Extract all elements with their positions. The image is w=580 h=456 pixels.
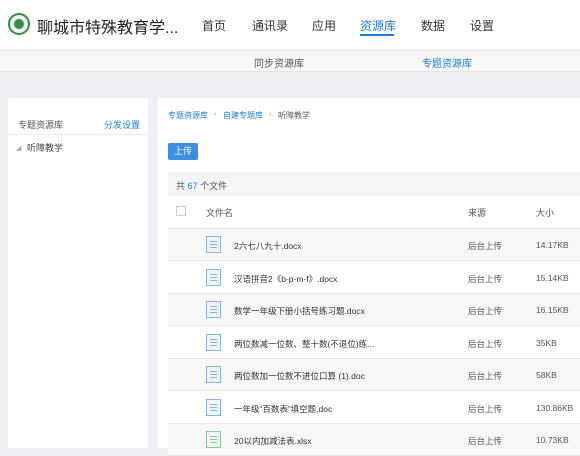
file-size: 58KB (536, 370, 557, 380)
column-filename[interactable]: 文件名 (206, 206, 233, 219)
nav-contacts[interactable]: 通讯录 (252, 17, 288, 34)
divider (8, 134, 148, 135)
tab-topic-library[interactable]: 专题资源库 (422, 55, 472, 70)
top-header: 聊城市特殊教育学... 首页 通讯录 应用 资源库 数据 设置 (0, 0, 580, 50)
spreadsheet-file-icon (206, 431, 221, 448)
document-file-icon (206, 398, 221, 416)
sub-navigation: 同步资源库 专题资源库 (0, 50, 580, 72)
file-name[interactable]: 两位数加一位数不进位口算 (1).doc (234, 370, 454, 382)
table-row[interactable]: 汉语拼音2《b-p-m-f》.docx 后台上传 15.14KB (168, 262, 580, 294)
sidebar-heading: 专题资源库 (18, 120, 64, 130)
file-source: 后台上传 (468, 338, 503, 349)
select-all-checkbox[interactable] (176, 206, 186, 216)
nav-settings[interactable]: 设置 (470, 17, 494, 34)
nav-active-indicator (360, 34, 394, 36)
document-file-icon (206, 301, 221, 318)
file-source: 后台上传 (468, 371, 503, 381)
file-source: 后台上传 (468, 403, 503, 414)
table-row[interactable]: 两位数减一位数、整十数(不退位)练... 后台上传 35KB (168, 327, 580, 359)
document-file-icon (206, 366, 221, 383)
table-row[interactable]: 两位数加一位数不进位口算 (1).doc 后台上传 58KB (168, 359, 580, 391)
column-source[interactable]: 来源 (468, 206, 486, 219)
table-header: 文件名 来源 大小 (168, 196, 580, 229)
file-count: 共 67 个文件 (176, 181, 228, 191)
nav-resources[interactable]: 资源库 (360, 17, 396, 34)
file-name[interactable]: 一年级“百数表”填空题.doc (234, 403, 454, 415)
tab-sync-library[interactable]: 同步资源库 (254, 55, 304, 70)
nav-apps[interactable]: 应用 (312, 17, 336, 34)
nav-home[interactable]: 首页 (202, 17, 226, 34)
sidebar: 专题资源库 分发设置 ◢ 听障教学 (8, 98, 148, 448)
file-count-bar: 共 67 个文件 (168, 172, 580, 196)
file-size: 35KB (536, 337, 557, 348)
file-source: 后台上传 (468, 241, 503, 251)
column-size[interactable]: 大小 (536, 206, 554, 219)
file-name[interactable]: 20以内加减法表.xlsx (234, 435, 454, 447)
file-name[interactable]: 2六七八九十.docx (234, 240, 454, 252)
file-size: 16.15KB (536, 305, 569, 315)
distribute-settings-link[interactable]: 分发设置 (104, 118, 140, 131)
collapse-arrow-icon[interactable]: ◢ (16, 144, 21, 152)
file-source: 后台上传 (468, 436, 503, 446)
document-file-icon (206, 333, 221, 351)
breadcrumb-separator-icon: › (214, 109, 217, 118)
breadcrumb-separator-icon: › (269, 109, 272, 118)
school-logo-icon[interactable] (8, 13, 30, 35)
document-file-icon (206, 236, 221, 253)
file-source: 后台上传 (468, 306, 503, 316)
file-name[interactable]: 汉语拼音2《b-p-m-f》.docx (234, 273, 454, 285)
file-name[interactable]: 数学一年级下册小括号练习题.docx (234, 305, 454, 317)
file-size: 15.14KB (536, 272, 569, 283)
nav-data[interactable]: 数据 (421, 17, 445, 34)
file-size: 10.73KB (536, 435, 569, 445)
file-source: 后台上传 (468, 273, 503, 284)
document-file-icon (206, 268, 221, 286)
breadcrumb-current: 听障教学 (278, 111, 310, 120)
table-row[interactable]: 20以内加减法表.xlsx 后台上传 10.73KB (168, 424, 580, 456)
table-row[interactable]: 一年级“百数表”填空题.doc 后台上传 130.86KB (168, 392, 580, 424)
breadcrumb-custom-library[interactable]: 自建专题库 (223, 110, 263, 121)
file-name[interactable]: 两位数减一位数、整十数(不退位)练... (234, 338, 454, 350)
sidebar-item-hearing-teaching[interactable]: 听障教学 (27, 141, 63, 154)
main-panel: 专题资源库 › 自建专题库 › 听障教学 上传 共 67 个文件 文件名 来源 … (158, 98, 580, 456)
upload-button[interactable]: 上传 (168, 143, 198, 160)
breadcrumb-topic-library[interactable]: 专题资源库 (168, 110, 208, 121)
file-size: 14.17KB (536, 240, 569, 250)
school-name[interactable]: 聊城市特殊教育学... (37, 14, 178, 38)
file-size: 130.86KB (536, 402, 574, 413)
table-row[interactable]: 2六七八九十.docx 后台上传 14.17KB (168, 229, 580, 261)
table-row[interactable]: 数学一年级下册小括号练习题.docx 后台上传 16.15KB (168, 294, 580, 326)
